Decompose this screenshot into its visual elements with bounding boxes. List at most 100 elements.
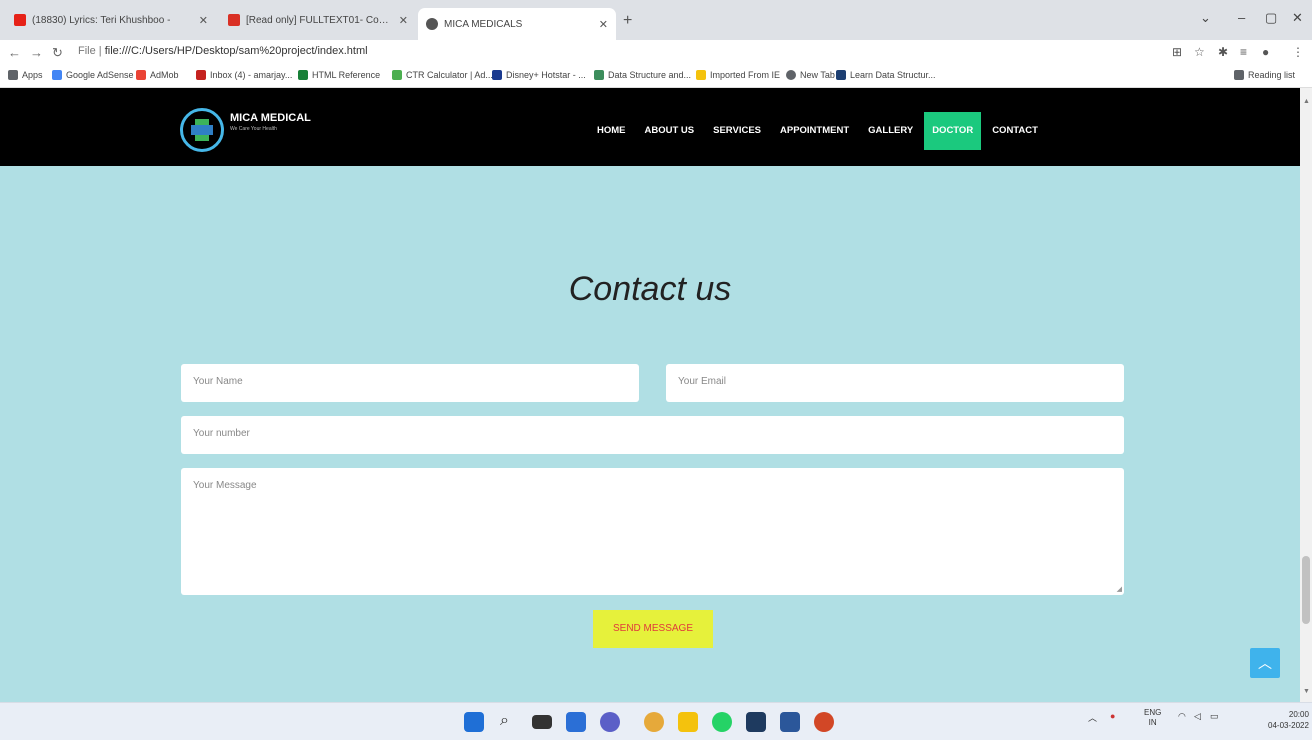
back-icon[interactable]: ← [8,45,21,60]
bookmark-hotstar[interactable]: Disney+ Hotstar - ... [492,70,586,80]
google-icon [52,70,62,80]
bookmark-label: Data Structure and... [608,70,692,80]
page-viewport: MICA MEDICAL We Care Your Health HOME AB… [0,88,1300,702]
send-message-button[interactable]: SEND MESSAGE [593,610,713,648]
address-bar-row: ← → ↻ File | file:///C:/Users/HP/Desktop… [0,40,1312,66]
system-clock[interactable]: 20:00 04-03-2022 [1268,709,1309,731]
calculator-icon [392,70,402,80]
extensions-icon[interactable]: ✱ [1218,45,1228,59]
bookmark-gmail[interactable]: Inbox (4) - amarjay... [196,70,292,80]
new-tab-button[interactable]: + [623,12,632,30]
bookmark-label: Apps [22,70,43,80]
logo-tagline: We Care Your Health [230,126,277,132]
bookmark-newtab[interactable]: New Tab [786,70,835,80]
apps-grid-icon [8,70,18,80]
bookmark-learn-ds[interactable]: Learn Data Structur... [836,70,936,80]
medical-cross-icon [180,108,224,152]
clock-date: 04-03-2022 [1268,721,1309,730]
w-icon [298,70,308,80]
start-icon[interactable] [464,712,484,732]
resize-handle-icon[interactable]: ◢ [1117,585,1122,593]
menu-gallery[interactable]: GALLERY [860,112,921,150]
profile-avatar-icon[interactable]: ● [1262,45,1269,59]
chrome-icon[interactable] [644,712,664,732]
bookmark-label: Reading list [1248,70,1296,80]
file-explorer-icon[interactable] [678,712,698,732]
browser-tab-youtube[interactable]: (18830) Lyrics: Teri Khushboo - ✕ [6,8,216,32]
number-input[interactable]: Your number [181,416,1124,454]
bookmark-label: AdMob [150,70,179,80]
close-icon[interactable]: ✕ [599,18,608,31]
bookmark-imported[interactable]: Imported From IE [696,70,780,80]
message-placeholder: Your Message [193,480,257,491]
battery-icon[interactable]: ▭ [1210,711,1219,722]
window-close-icon[interactable]: ✕ [1292,10,1303,26]
minimize-icon[interactable]: – [1238,10,1245,25]
bookmark-html-ref[interactable]: HTML Reference [298,70,380,80]
name-input[interactable]: Your Name [181,364,639,402]
menu-services[interactable]: SERVICES [705,112,769,150]
tray-chevron-icon[interactable]: ︿ [1088,711,1097,724]
page-scrollbar[interactable]: ▲ ▼ [1300,88,1312,702]
bookmark-apps[interactable]: Apps [8,70,43,80]
chat-icon[interactable] [600,712,620,732]
powerpoint-icon[interactable] [814,712,834,732]
pdf-icon [228,14,240,26]
scroll-up-icon[interactable]: ▲ [1303,98,1310,105]
scrollbar-thumb[interactable] [1302,556,1310,624]
widgets-icon[interactable] [566,712,586,732]
wifi-icon[interactable]: ◠ [1178,711,1186,722]
bookmark-ds[interactable]: Data Structure and... [594,70,691,80]
url-prefix: File | [78,45,105,57]
browser-tab-pdf[interactable]: [Read only] FULLTEXT01- Compar ✕ [220,8,416,32]
close-icon[interactable]: ✕ [199,14,208,27]
folder-icon [696,70,706,80]
browser-tab-mica[interactable]: MICA MEDICALS ✕ [418,8,616,40]
volume-icon[interactable]: ◁ [1194,711,1201,722]
bookmark-label: Google AdSense [66,70,134,80]
reload-icon[interactable]: ↻ [52,45,63,61]
site-navbar: MICA MEDICAL We Care Your Health HOME AB… [0,88,1300,166]
store-icon[interactable] [746,712,766,732]
tray-app-icon[interactable]: ● [1110,711,1115,721]
install-icon[interactable]: ⊞ [1172,45,1182,59]
email-input[interactable]: Your Email [666,364,1124,402]
word-icon[interactable] [780,712,800,732]
scroll-down-icon[interactable]: ▼ [1303,688,1310,695]
reading-list-icon [1234,70,1244,80]
hotstar-icon [492,70,502,80]
url-field[interactable]: File | file:///C:/Users/HP/Desktop/sam%2… [78,45,368,57]
search-icon[interactable]: ⌕ [500,712,520,732]
bookmark-adsense[interactable]: Google AdSense [52,70,134,80]
close-icon[interactable]: ✕ [399,14,408,27]
tab-label: (18830) Lyrics: Teri Khushboo - [32,14,171,26]
menu-home[interactable]: HOME [589,112,634,150]
bookmark-star-icon[interactable]: ☆ [1194,45,1205,59]
region-code: IN [1148,718,1157,727]
language-indicator[interactable]: ENG IN [1144,708,1161,728]
bookmark-label: Disney+ Hotstar - ... [506,70,586,80]
globe-icon [426,18,438,30]
maximize-icon[interactable]: ▢ [1265,10,1277,26]
site-logo[interactable]: MICA MEDICAL We Care Your Health [180,108,311,152]
forward-icon[interactable]: → [30,45,43,60]
scroll-to-top-button[interactable]: ︿ [1250,648,1280,678]
url-text: file:///C:/Users/HP/Desktop/sam%20projec… [104,45,368,57]
menu-appointment[interactable]: APPOINTMENT [772,112,857,150]
whatsapp-icon[interactable] [712,712,732,732]
message-textarea[interactable]: Your Message ◢ [181,468,1124,595]
menu-about-us[interactable]: ABOUT US [637,112,703,150]
bookmark-reading-list[interactable]: Reading list [1234,70,1295,80]
book-icon [836,70,846,80]
reading-list-icon[interactable]: ≡ [1240,45,1247,59]
bookmark-admob[interactable]: AdMob [136,70,179,80]
menu-doctor[interactable]: DOCTOR [924,112,982,150]
bookmark-ctr[interactable]: CTR Calculator | Ad... [392,70,493,80]
bookmark-label: CTR Calculator | Ad... [406,70,493,80]
chevron-up-icon: ︿ [1258,655,1272,671]
tab-search-icon[interactable]: ⌄ [1200,10,1211,26]
task-view-icon[interactable] [532,715,552,729]
bookmark-label: HTML Reference [312,70,381,80]
menu-dots-icon[interactable]: ⋮ [1292,45,1304,59]
menu-contact[interactable]: CONTACT [984,112,1046,150]
